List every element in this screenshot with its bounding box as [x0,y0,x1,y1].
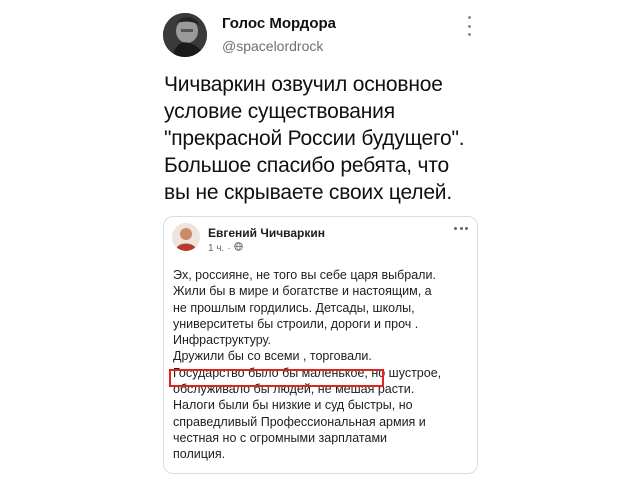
highlight-box [169,369,384,387]
quoted-post-text: Эх, россияне, не того вы себе царя выбра… [173,267,473,463]
globe-icon [233,242,243,254]
more-vertical-icon[interactable] [462,16,476,36]
quoted-post-screenshot[interactable]: Евгений Чичваркин 1 ч. · Эх, россияне, н… [163,216,478,474]
post-text-line: справедливый Профессиональная армия и [173,414,426,429]
post-text-line: Эх, россияне, не того вы себе царя выбра… [173,268,436,282]
tweet-text: Чичваркин озвучил основное условие сущес… [164,71,494,206]
post-time: 1 ч. [208,242,225,254]
quoted-author-avatar [172,223,200,251]
more-horizontal-icon [454,225,468,231]
tweet-text-line: вы не скрываете своих целей. [164,181,452,204]
tweet-text-line: условие существования [164,100,395,123]
tweet-text-line: "прекрасной России будущего". [164,127,465,150]
post-text-line: Инфраструктуру. [173,333,271,348]
tweet-text-line: Чичваркин озвучил основное [164,73,443,96]
post-text-line: честная но с огромными зарплатами [173,430,388,445]
post-text-line: Жили бы в мире и богатстве и настоящим, … [173,284,432,299]
tweet: Голос Мордора @spacelordrock Чичваркин о… [0,0,640,480]
post-text-line: университеты бы строили, дороги и проч . [173,316,419,331]
author-name[interactable]: Голос Мордора [222,15,336,32]
post-text-line: полиция. [173,447,226,462]
author-handle[interactable]: @spacelordrock [222,38,323,54]
post-text-line: Налоги были бы низкие и суд быстры, но [173,398,413,413]
post-meta: 1 ч. · [208,242,243,254]
author-avatar[interactable] [163,13,207,57]
post-text-line: не прошлым гордились. Детсады, школы, [173,300,415,315]
quoted-author-name: Евгений Чичваркин [208,226,326,240]
tweet-text-line: Большое спасибо ребята, что [164,154,449,177]
meta-separator: · [227,242,231,254]
post-text-line: Дружили бы со всеми , торговали. [173,349,372,364]
